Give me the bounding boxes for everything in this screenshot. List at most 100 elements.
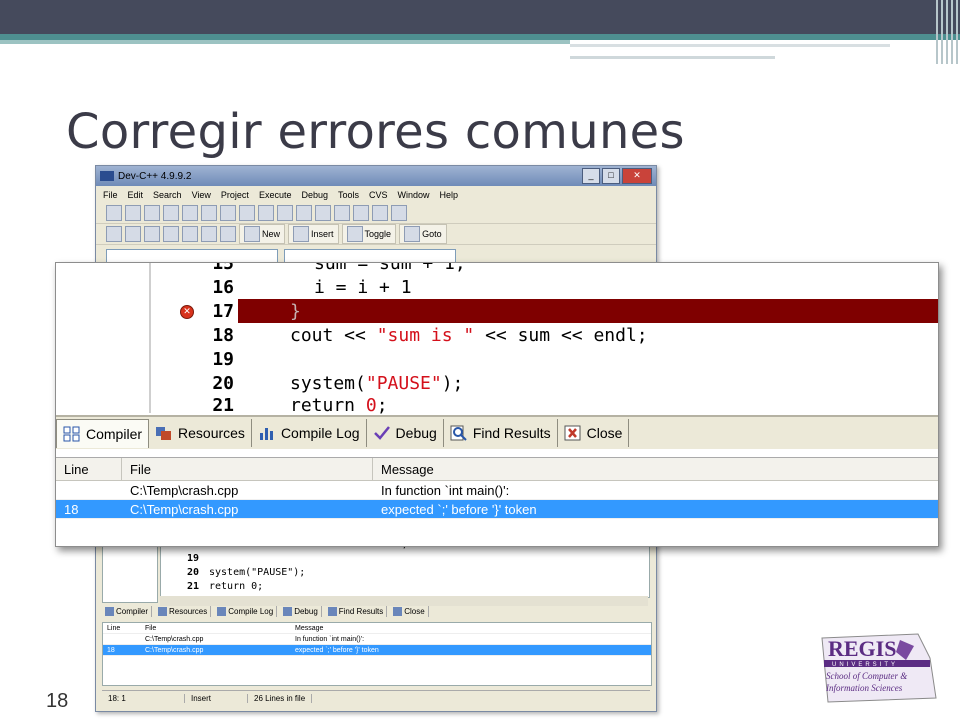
checkmark-icon [373, 426, 390, 440]
column-header-line[interactable]: Line [56, 458, 122, 480]
rebuild-icon[interactable] [163, 226, 179, 242]
close-window-button[interactable]: ✕ [622, 168, 652, 184]
toolbar-icon[interactable] [372, 205, 388, 221]
table-row-selected[interactable]: 18 C:\Temp\crash.cpp expected `;' before… [103, 645, 651, 656]
toolbar-icon[interactable] [125, 205, 141, 221]
magnifier-icon [450, 425, 467, 441]
error-highlighted-line: ✕ 17 } [152, 299, 938, 323]
toolbar-icon[interactable] [391, 205, 407, 221]
zoomed-compiler-messages-grid: Line File Message C:\Temp\crash.cpp In f… [56, 457, 938, 546]
menu-cvs[interactable]: CVS [369, 190, 388, 200]
table-row[interactable]: C:\Temp\crash.cpp In function `int main(… [103, 634, 651, 645]
tab-find-results[interactable]: Find Results [325, 605, 388, 617]
chart-icon [259, 428, 273, 440]
menu-project[interactable]: Project [221, 190, 249, 200]
menu-bar: File Edit Search View Project Execute De… [96, 186, 656, 203]
insert-button[interactable]: Insert [288, 224, 339, 244]
tab-close[interactable]: Close [558, 419, 630, 447]
slide-decor-line [570, 56, 775, 59]
slide-title: Corregir errores comunes [66, 104, 685, 160]
column-header-message[interactable]: Message [373, 458, 938, 480]
tab-compiler[interactable]: Compiler [102, 605, 153, 617]
table-row-selected[interactable]: 18 C:\Temp\crash.cpp expected `;' before… [56, 500, 938, 519]
compiler-messages-grid: Line File Message C:\Temp\crash.cpp In f… [102, 622, 652, 686]
help-icon[interactable] [201, 226, 217, 242]
tab-debug[interactable]: Debug [280, 605, 322, 617]
slide-page-number: 18 [46, 690, 69, 712]
status-position: 18: 1 [102, 693, 185, 703]
code-line: return 0; [290, 394, 388, 416]
checkmark-icon [283, 606, 293, 616]
menu-window[interactable]: Window [398, 190, 430, 200]
undo-icon[interactable] [239, 205, 255, 221]
table-row[interactable]: C:\Temp\crash.cpp In function `int main(… [56, 481, 938, 500]
regis-university-logo: REGIS UNIVERSITY School of Computer & In… [821, 633, 937, 703]
menu-view[interactable]: View [192, 190, 211, 200]
goto-button[interactable]: Goto [399, 224, 447, 244]
magnifier-icon [327, 606, 337, 616]
grid-header: Line File Message [103, 623, 651, 634]
status-mode: Insert [185, 693, 248, 703]
run-icon[interactable] [125, 226, 141, 242]
toolbar-icon[interactable] [182, 205, 198, 221]
print-icon[interactable] [220, 205, 236, 221]
close-icon [564, 425, 581, 441]
about-icon[interactable] [220, 226, 236, 242]
menu-search[interactable]: Search [153, 190, 182, 200]
menu-edit[interactable]: Edit [128, 190, 144, 200]
toolbar-icon[interactable] [353, 205, 369, 221]
slide-decor-line [570, 44, 890, 47]
resources-icon [156, 427, 172, 440]
tab-resources[interactable]: Resources [155, 605, 212, 617]
line-number: 15 [212, 262, 234, 274]
zoomed-editor-panel: 15 sum = sum + 1; 16 i = i + 1 ✕ 17 } 18… [55, 262, 939, 547]
maximize-button[interactable]: □ [602, 168, 620, 184]
tab-compile-log[interactable]: Compile Log [252, 419, 367, 447]
toolbar-icon[interactable] [334, 205, 350, 221]
tab-compiler[interactable]: Compiler [56, 418, 150, 448]
toolbar-icon[interactable] [163, 205, 179, 221]
slide-top-bar [0, 0, 960, 34]
line-number: 18 [212, 324, 234, 346]
toolbar-icon[interactable] [144, 205, 160, 221]
toggle-button[interactable]: Toggle [341, 224, 397, 244]
redo-icon[interactable] [258, 205, 274, 221]
menu-file[interactable]: File [103, 190, 118, 200]
find-icon[interactable] [315, 205, 331, 221]
code-line: system("PAUSE"); [290, 372, 464, 394]
code-line: } [290, 300, 301, 322]
zoomed-project-panel [56, 263, 151, 413]
minimize-button[interactable]: _ [582, 168, 600, 184]
slide-teal-stripe [0, 40, 570, 44]
status-lines: 26 Lines in file [248, 693, 313, 703]
tab-compile-log[interactable]: Compile Log [214, 605, 278, 617]
tab-close[interactable]: Close [390, 605, 429, 617]
new-button[interactable]: New [239, 224, 286, 244]
zoomed-code-editor[interactable]: 15 sum = sum + 1; 16 i = i + 1 ✕ 17 } 18… [152, 262, 938, 416]
resources-icon [158, 606, 168, 616]
toolbar-icon[interactable] [201, 205, 217, 221]
compile-run-icon[interactable] [144, 226, 160, 242]
svg-text:School of Computer &: School of Computer & [826, 671, 907, 681]
toggle-icon [346, 226, 363, 242]
error-marker-icon[interactable]: ✕ [180, 305, 194, 319]
bottom-tabs: Compiler Resources Compile Log Debug Fin… [102, 602, 650, 620]
check-icon[interactable] [182, 226, 198, 242]
find-icon[interactable] [296, 205, 312, 221]
devcpp-app-icon [100, 171, 114, 181]
menu-debug[interactable]: Debug [301, 190, 328, 200]
menu-execute[interactable]: Execute [259, 190, 292, 200]
tab-find-results[interactable]: Find Results [444, 419, 558, 447]
column-header-file[interactable]: File [122, 458, 373, 480]
tab-debug[interactable]: Debug [367, 419, 444, 447]
toolbar-icon[interactable] [106, 205, 122, 221]
find-icon[interactable] [277, 205, 293, 221]
line-number: 20 [212, 372, 234, 394]
compile-icon[interactable] [106, 226, 122, 242]
secondary-toolbar: New Insert Toggle Goto [96, 224, 656, 245]
goto-icon [404, 226, 421, 242]
tab-resources[interactable]: Resources [149, 419, 252, 447]
menu-help[interactable]: Help [440, 190, 459, 200]
menu-tools[interactable]: Tools [338, 190, 359, 200]
code-line: cout << "sum is " << sum << endl; [290, 324, 648, 346]
